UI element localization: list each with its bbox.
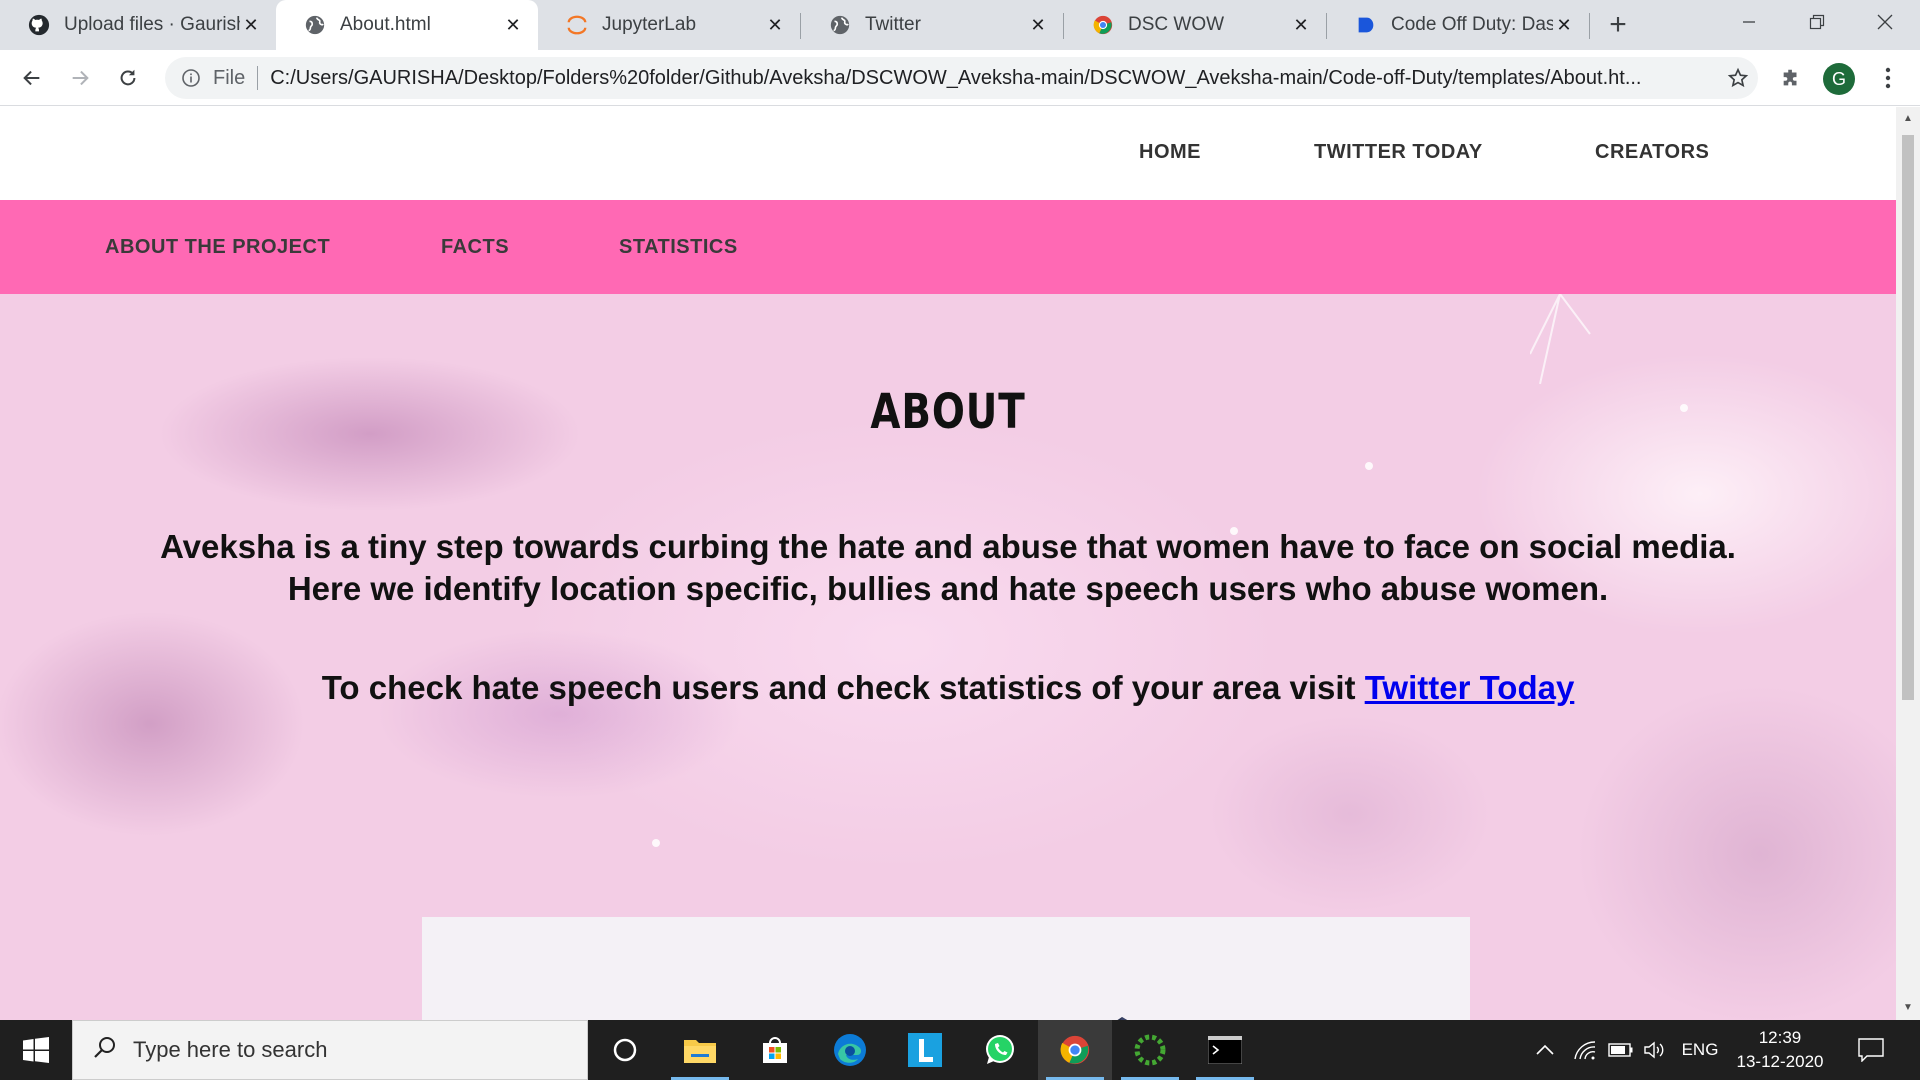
restore-button[interactable] [1783,0,1851,44]
language-indicator[interactable]: ENG [1676,1020,1724,1080]
tab-jupyterlab[interactable]: JupyterLab ✕ [538,0,800,50]
notifications-icon[interactable] [1846,1020,1896,1080]
extensions-puzzle-icon[interactable] [1773,60,1809,96]
cta-paragraph: To check hate speech users and check sta… [0,667,1896,709]
back-button[interactable] [14,60,50,96]
tab-title: Upload files · Gaurish [64,14,240,35]
globe-icon [829,14,851,36]
edge-browser-icon[interactable] [813,1020,887,1080]
anaconda-icon[interactable] [1113,1020,1187,1080]
browser-toolbar: File C:/Users/GAURISHA/Desktop/Folders%2… [0,50,1920,106]
omnibox-divider [257,66,259,90]
page-title: ABOUT [870,384,1026,440]
close-icon[interactable]: ✕ [764,14,786,36]
twitter-illustration [422,917,1470,1020]
about-section: ABOUT Aveksha is a tiny step towards cur… [0,294,1896,1020]
twitter-bird-illustration-icon [1117,1017,1128,1020]
page-viewport: HOME TWITTER TODAY CREATORS ABOUT THE PR… [0,107,1896,1020]
scroll-up-arrow-icon[interactable]: ▲ [1902,113,1914,125]
tab-title: Twitter [865,14,921,35]
tab-title: JupyterLab [602,14,697,35]
tab-about-html[interactable]: About.html ✕ [276,0,538,50]
tab-separator [1589,13,1590,39]
microsoft-store-icon[interactable] [738,1020,812,1080]
close-icon[interactable]: ✕ [1290,14,1312,36]
close-icon[interactable]: ✕ [240,14,262,36]
globe-icon [304,14,326,36]
clock-date: 13-12-2020 [1736,1052,1824,1071]
wifi-icon[interactable] [1568,1020,1602,1080]
info-icon[interactable] [179,66,203,90]
scrollbar-thumb[interactable] [1902,135,1914,700]
twitter-today-link[interactable]: Twitter Today [1365,669,1575,706]
chrome-taskbar-icon[interactable] [1038,1020,1112,1080]
close-icon[interactable]: ✕ [502,14,524,36]
scroll-down-arrow-icon[interactable]: ▼ [1902,1002,1914,1014]
intro-line-1: Aveksha is a tiny step towards curbing t… [160,528,1736,565]
url-scheme: File [213,66,246,89]
tab-strip: Upload files · Gaurish ✕ About.html ✕ Ju… [0,0,1920,50]
terminal-icon[interactable] [1188,1020,1262,1080]
nav-creators-link[interactable]: CREATORS [1595,141,1709,164]
url-text[interactable]: C:/Users/GAURISHA/Desktop/Folders%20fold… [270,67,1718,90]
minimize-button[interactable] [1715,0,1783,44]
tab-twitter[interactable]: Twitter ✕ [801,0,1063,50]
bookmark-star-icon[interactable] [1718,67,1758,89]
site-header-nav: HOME TWITTER TODAY CREATORS [0,107,1896,200]
profile-avatar[interactable]: G [1823,63,1855,95]
nav-home-link[interactable]: HOME [1139,141,1201,164]
forward-button[interactable] [62,60,98,96]
chrome-icon [1092,14,1114,36]
show-hidden-icons-chevron-icon[interactable] [1530,1020,1560,1080]
cta-text: To check hate speech users and check sta… [321,669,1365,706]
docs-icon [1355,14,1377,36]
search-placeholder: Type here to search [133,1037,328,1062]
cortana-icon[interactable] [588,1020,662,1080]
windows-taskbar: Type here to search ENG 12:39 13-12-2020 [0,1020,1920,1080]
clock-time: 12:39 [1758,1028,1802,1047]
decorative-sparkle [652,839,660,847]
section-subnav: ABOUT THE PROJECT FACTS STATISTICS [0,200,1896,294]
windows-logo-icon [23,1037,49,1063]
file-explorer-icon[interactable] [663,1020,737,1080]
github-icon [28,14,50,36]
close-icon[interactable]: ✕ [1553,14,1575,36]
reload-button[interactable] [110,60,146,96]
close-window-button[interactable] [1851,0,1919,44]
whatsapp-icon[interactable] [963,1020,1037,1080]
subnav-about-project-link[interactable]: ABOUT THE PROJECT [105,236,330,259]
decorative-starburst-icon [1530,294,1591,384]
nav-twitter-today-link[interactable]: TWITTER TODAY [1314,141,1483,164]
start-button[interactable] [0,1020,72,1080]
page-scrollbar[interactable]: ▲ ▼ [1896,107,1920,1020]
new-tab-button[interactable]: + [1600,8,1636,41]
l-app-icon[interactable] [888,1020,962,1080]
jupyter-icon [566,14,588,36]
menu-kebab-icon[interactable] [1870,60,1906,96]
tab-title: Code Off Duty: Dash [1391,14,1553,35]
close-icon[interactable]: ✕ [1027,14,1049,36]
taskbar-search[interactable]: Type here to search [72,1020,588,1080]
tab-code-off-duty[interactable]: Code Off Duty: Dash ✕ [1327,0,1589,50]
subnav-statistics-link[interactable]: STATISTICS [619,236,738,259]
decorative-sparkle [1365,462,1373,470]
tab-title: DSC WOW [1128,14,1225,35]
subnav-facts-link[interactable]: FACTS [441,236,509,259]
search-icon [93,1035,117,1065]
tab-upload-files[interactable]: Upload files · Gaurish ✕ [0,0,276,50]
address-bar[interactable]: File C:/Users/GAURISHA/Desktop/Folders%2… [165,57,1758,99]
battery-icon[interactable] [1604,1020,1638,1080]
intro-line-2: Here we identify location specific, bull… [287,570,1609,607]
tab-title: About.html [340,14,431,35]
volume-icon[interactable] [1638,1020,1672,1080]
system-clock[interactable]: 12:39 13-12-2020 [1734,1026,1826,1074]
tab-dsc-wow[interactable]: DSC WOW ✕ [1064,0,1326,50]
